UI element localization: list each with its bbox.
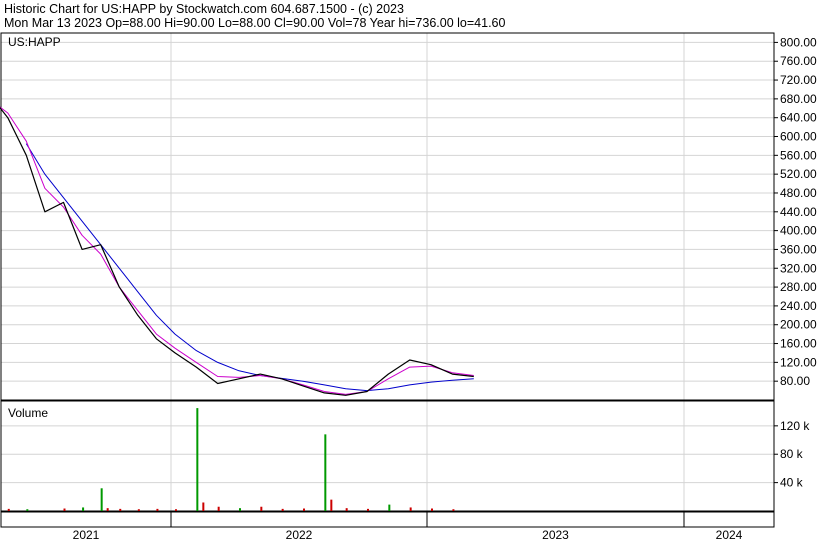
price-lines <box>0 106 474 396</box>
volume-bar <box>345 508 348 511</box>
moving-average-long-line <box>25 143 474 392</box>
price-tick-label: 600.00 <box>780 130 817 144</box>
volume-grid <box>1 425 774 484</box>
volume-bars <box>7 408 455 511</box>
volume-tick-label: 80 k <box>780 447 804 461</box>
volume-bar <box>367 508 369 511</box>
volume-tick-label: 120 k <box>780 419 810 433</box>
year-label: 2022 <box>286 528 313 542</box>
price-tick-label: 240.00 <box>780 299 817 313</box>
volume-bar <box>431 508 433 511</box>
volume-panel-frame <box>0 400 775 512</box>
volume-bar <box>119 508 122 511</box>
price-tick-label: 760.00 <box>780 54 817 68</box>
volume-bar <box>409 507 412 511</box>
price-tick-label: 280.00 <box>780 280 817 294</box>
price-tick-label: 200.00 <box>780 318 817 332</box>
price-tick-label: 480.00 <box>780 186 817 200</box>
volume-tick-label: 40 k <box>780 476 804 490</box>
price-panel-frame <box>0 32 775 401</box>
volume-bar <box>217 506 220 511</box>
volume-bar <box>7 508 10 511</box>
volume-panel-title: Volume <box>8 406 48 420</box>
price-tick-label: 520.00 <box>780 167 817 181</box>
volume-bar <box>388 504 391 511</box>
volume-bar <box>26 509 29 511</box>
volume-bar <box>63 508 66 511</box>
stock-chart: US:HAPP Volume 800.00 760.00 720.00 680.00 6… <box>0 32 817 542</box>
volume-bar <box>82 507 85 511</box>
price-tick-label: 120.00 <box>780 355 817 369</box>
price-tick-label: 440.00 <box>780 205 817 219</box>
price-tick-label: 400.00 <box>780 224 817 238</box>
moving-average-short-line <box>0 106 474 395</box>
volume-bar <box>281 508 284 511</box>
volume-bar <box>324 434 327 511</box>
price-tick-label: 80.00 <box>780 374 810 388</box>
price-line <box>0 106 474 396</box>
time-axis-strip <box>0 511 775 528</box>
volume-bar <box>156 508 159 511</box>
volume-bar <box>196 408 199 511</box>
volume-bar <box>452 509 455 511</box>
price-tick-label: 720.00 <box>780 73 817 87</box>
volume-bar <box>202 502 205 511</box>
volume-bar <box>100 488 103 511</box>
year-label: 2024 <box>716 528 743 542</box>
price-tick-label: 560.00 <box>780 148 817 162</box>
price-tick-label: 360.00 <box>780 242 817 256</box>
price-axis: 800.00 760.00 720.00 680.00 640.00 600.00 560.… <box>774 35 817 388</box>
year-label: 2021 <box>73 528 100 542</box>
volume-axis: 120 k 80 k 40 k <box>774 419 810 490</box>
price-grid <box>1 33 774 511</box>
volume-bar <box>260 506 263 511</box>
volume-bar <box>106 508 109 511</box>
price-tick-label: 680.00 <box>780 92 817 106</box>
volume-bar <box>239 508 241 511</box>
price-tick-label: 320.00 <box>780 261 817 275</box>
price-tick-label: 640.00 <box>780 111 817 125</box>
volume-bar <box>303 508 305 511</box>
volume-bar <box>330 499 333 511</box>
price-panel-title: US:HAPP <box>8 35 61 49</box>
price-tick-label: 160.00 <box>780 337 817 351</box>
price-tick-label: 800.00 <box>780 35 817 49</box>
year-label: 2023 <box>542 528 569 542</box>
volume-bar <box>175 509 177 511</box>
volume-bar <box>137 509 140 511</box>
